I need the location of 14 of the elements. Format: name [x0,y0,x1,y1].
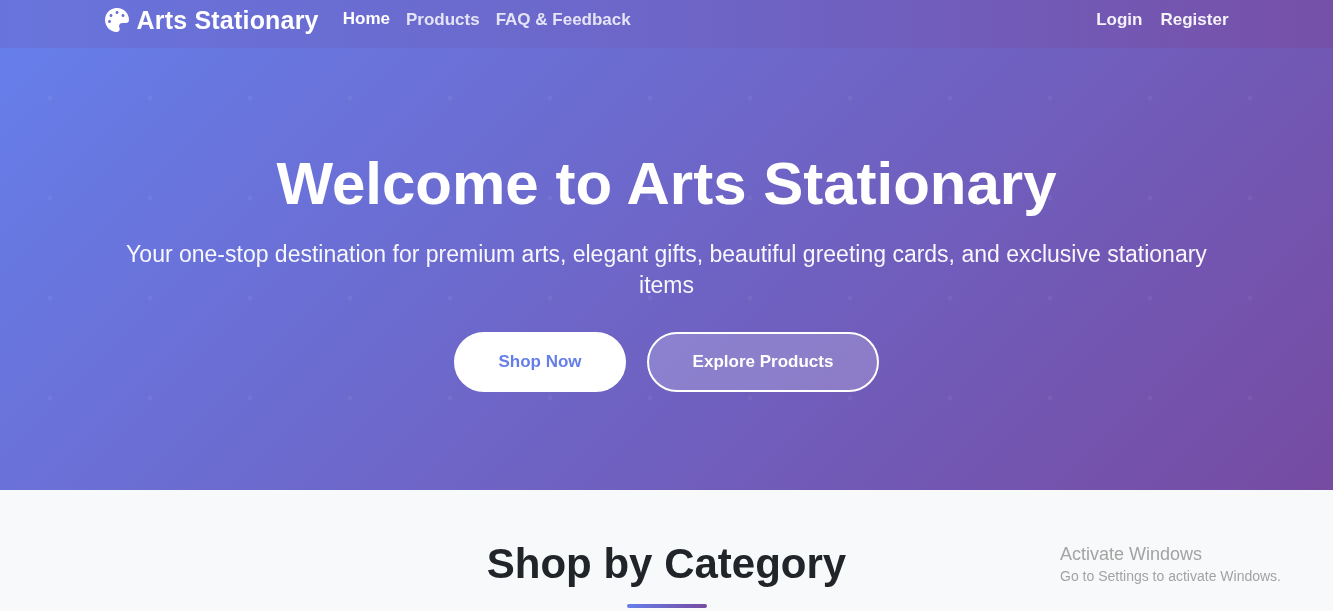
nav-link[interactable]: Home [342,8,390,32]
auth-link[interactable]: Register [1160,10,1229,30]
explore-products-button[interactable]: Explore Products [647,332,879,392]
shop-now-button[interactable]: Shop Now [454,332,626,392]
activation-notice-title: Activate Windows [1060,543,1204,565]
brand-logo[interactable]: Arts Stationary [104,5,319,35]
palette-icon [104,8,129,32]
section-title: Shop by Category [486,539,847,589]
activation-notice-text: Go to Settings to activate Windows. [1060,567,1281,585]
nav-link[interactable]: FAQ & Feedback [495,10,631,30]
hero-subtitle: Your one-stop destination for premium arts, elegant gifts, beautiful greeting cards, and exclusive stationary items [125,240,1208,300]
nav-link[interactable]: Products [405,10,480,30]
auth-link[interactable]: Login [1096,10,1143,30]
hero-title: Welcome to Arts Stationary [276,149,1057,219]
